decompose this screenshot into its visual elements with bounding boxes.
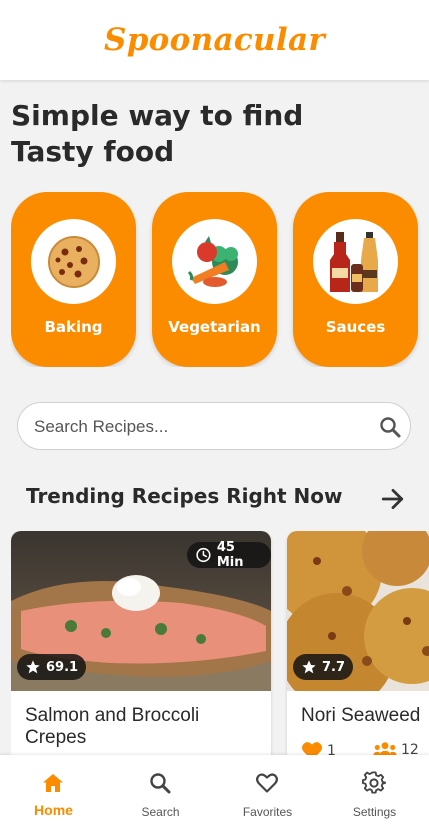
category-icon-circle (31, 219, 116, 304)
star-icon (26, 660, 40, 674)
recipe-title: Nori Seaweed (301, 705, 421, 726)
search-bar (17, 402, 411, 450)
sauce-bottles-icon (329, 231, 378, 292)
app-screen: Spoonacular Simple way to find Tasty foo… (0, 0, 429, 827)
category-label: Vegetarian (168, 318, 261, 336)
recipe-carousel: 45 Min 69.1 Salmon and Broccoli Crepes 7… (11, 531, 429, 761)
rating-badge: 7.7 (293, 654, 354, 680)
star-icon (302, 660, 316, 674)
page-headline: Simple way to find Tasty food (11, 98, 411, 170)
gear-icon (362, 771, 386, 794)
recipe-card[interactable]: 7.7 Nori Seaweed 1 12 (287, 531, 429, 761)
category-card-vegetarian[interactable]: Vegetarian (152, 192, 277, 367)
trending-title: Trending Recipes Right Now (26, 484, 343, 508)
category-icon-circle (313, 219, 398, 304)
recipe-card[interactable]: 45 Min 69.1 Salmon and Broccoli Crepes (11, 531, 271, 761)
nav-label: Home (34, 802, 73, 818)
category-card-sauces[interactable]: Sauces (293, 192, 418, 367)
app-logo: Spoonacular (104, 22, 325, 58)
category-card-baking[interactable]: Baking (11, 192, 136, 367)
nav-label: Favorites (242, 805, 293, 819)
nav-favorites[interactable]: Favorites (214, 755, 321, 827)
vegetables-icon (187, 235, 238, 287)
category-carousel: Baking Vegetarian Sauces (11, 192, 429, 367)
cook-time-badge: 45 Min (187, 540, 271, 570)
search-input[interactable] (34, 412, 354, 442)
headline-line-2: Tasty food (11, 135, 175, 168)
heart-icon (256, 773, 278, 793)
search-icon[interactable] (378, 415, 402, 439)
search-icon (150, 773, 171, 794)
rating-value: 7.7 (322, 659, 346, 675)
nav-label: Settings (352, 805, 397, 819)
bottom-navigation: Home Search Favorites Settings (0, 755, 429, 827)
recipe-title: Salmon and Broccoli Crepes (25, 705, 200, 748)
clock-icon (196, 547, 211, 563)
nav-settings[interactable]: Settings (321, 755, 428, 827)
nav-label: Search (141, 805, 180, 819)
arrow-right-icon[interactable] (380, 486, 406, 512)
cook-time: 45 Min (216, 540, 244, 570)
rating-value: 69.1 (46, 659, 79, 675)
app-header: Spoonacular (0, 0, 429, 80)
nav-search[interactable]: Search (107, 755, 214, 827)
headline-line-1: Simple way to find (11, 99, 304, 132)
rating-badge: 69.1 (17, 654, 87, 680)
category-icon-circle (172, 219, 257, 304)
category-label: Sauces (325, 318, 386, 336)
category-label: Baking (44, 318, 103, 336)
trending-header: Trending Recipes Right Now (26, 483, 406, 513)
home-icon (43, 774, 63, 792)
cookie-icon (47, 235, 100, 288)
nav-home[interactable]: Home (0, 755, 107, 827)
